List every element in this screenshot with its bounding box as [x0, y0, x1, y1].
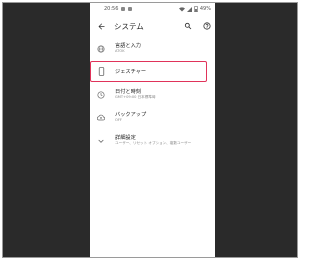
settings-list: 言語と入力 ATOK ジェスチャー 日付と時刻 GMT+09:00 日本標準時 …: [90, 37, 215, 152]
arrow-back-icon: [98, 23, 104, 29]
item-subtitle: ATOK: [115, 49, 125, 53]
search-icon: [184, 22, 191, 29]
settings-item-languages[interactable]: 言語と入力 ATOK: [90, 37, 215, 60]
status-time: 20:56: [104, 6, 119, 12]
backup-icon: [96, 113, 106, 123]
help-icon: [202, 21, 211, 30]
back-button[interactable]: [96, 21, 106, 31]
help-button[interactable]: [202, 21, 211, 30]
globe-icon: [96, 44, 106, 54]
notification-icon: [128, 7, 133, 11]
item-title: ジェスチャー: [115, 68, 147, 75]
signal-icon: [186, 6, 192, 12]
settings-item-date-time[interactable]: 日付と時刻 GMT+09:00 日本標準時: [90, 83, 215, 106]
clock-icon: [96, 90, 106, 100]
page-title: システム: [114, 21, 144, 31]
item-subtitle: GMT+09:00 日本標準時: [115, 95, 156, 99]
status-bar: 20:56 49%: [90, 3, 215, 15]
settings-item-backup[interactable]: バックアップ OFF: [90, 106, 215, 129]
phone-screen: 20:56 49% システム 言語と入力 ATOK ジェスチャー 日付と時刻 G…: [90, 3, 215, 257]
highlight-box: [90, 61, 207, 82]
item-subtitle: OFF: [115, 118, 122, 122]
battery-icon: [194, 6, 198, 12]
notification-icon: [121, 7, 126, 11]
chevron-down-icon: [96, 136, 106, 146]
item-subtitle: ユーザー、リセット オプション、複数ユーザー: [115, 141, 192, 145]
settings-item-advanced[interactable]: 詳細設定 ユーザー、リセット オプション、複数ユーザー: [90, 129, 215, 152]
search-button[interactable]: [183, 21, 192, 30]
phone-icon: [96, 67, 106, 77]
screenshot-frame: 20:56 49% システム 言語と入力 ATOK ジェスチャー 日付と時刻 G…: [2, 2, 298, 258]
battery-percent: 49%: [199, 6, 211, 12]
settings-item-gestures[interactable]: ジェスチャー: [90, 60, 215, 83]
app-bar: システム: [90, 15, 215, 37]
wifi-icon: [178, 6, 185, 11]
